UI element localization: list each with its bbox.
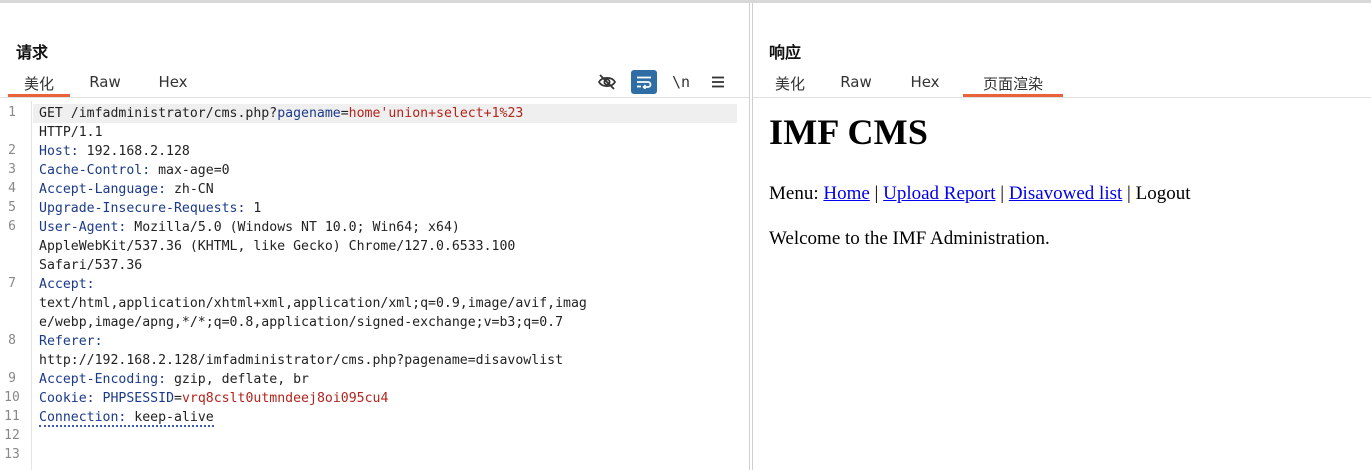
response-tabs: 美化 Raw Hex 页面渲染 xyxy=(759,69,1063,97)
page-heading: IMF CMS xyxy=(769,112,929,152)
header-value: Mozilla/5.0 (Windows NT 10.0; Win64; x64… xyxy=(126,220,460,235)
header-key: Cookie xyxy=(39,391,87,406)
line-number: 2 xyxy=(8,143,16,158)
line-number: 6 xyxy=(8,219,16,234)
header-continuation: e/webp,image/apng,*/*;q=0.8,application/… xyxy=(39,315,564,330)
header-continuation: Safari/537.36 xyxy=(39,258,143,273)
line-number: 11 xyxy=(4,409,20,424)
tab-pretty[interactable]: 美化 xyxy=(759,69,821,97)
rendered-page: IMF CMS Menu: Home | Upload Report | Dis… xyxy=(769,111,1359,249)
request-tabs-divider xyxy=(0,97,749,98)
request-editor[interactable]: 1 2 3 4 5 6 7 8 9 10 11 12 13 GET /imfad… xyxy=(0,101,749,470)
tab-render[interactable]: 页面渲染 xyxy=(963,69,1063,97)
link-home[interactable]: Home xyxy=(823,183,869,204)
menu-prefix: Menu: xyxy=(769,183,824,204)
wrap-lines-icon[interactable] xyxy=(631,70,657,94)
response-pane: 响应 美化 Raw Hex 页面渲染 IMF CMS Menu: Home | … xyxy=(752,3,1371,470)
tab-pretty[interactable]: 美化 xyxy=(8,69,70,97)
request-method-path: GET /imfadministrator/cms.php? xyxy=(39,106,278,121)
request-toolbar: \n xyxy=(583,69,731,95)
header-accept: Accept: xyxy=(39,277,95,292)
header-key: Accept-Encoding xyxy=(39,372,159,387)
line-number: 5 xyxy=(8,200,16,215)
cookie-name: PHPSESSID xyxy=(102,391,175,406)
header-referer: Referer: xyxy=(39,334,103,349)
line-number: 7 xyxy=(8,276,16,291)
header-key: Cache-Control xyxy=(39,163,143,178)
query-param-name: pagename xyxy=(277,106,341,121)
request-line: GET /imfadministrator/cms.php?pagename=h… xyxy=(39,104,523,123)
header-cache-control: Cache-Control: max-age=0 xyxy=(39,163,230,178)
menu-separator: | xyxy=(869,183,884,204)
header-key: Connection xyxy=(39,410,119,425)
header-accept-encoding: Accept-Encoding: gzip, deflate, br xyxy=(39,372,309,387)
header-upgrade-insecure: Upgrade-Insecure-Requests: 1 xyxy=(39,201,262,216)
tab-hex[interactable]: Hex xyxy=(891,69,959,97)
newline-icon[interactable]: \n xyxy=(668,70,694,94)
header-value: 1 xyxy=(245,201,262,216)
request-tabs: 美化 Raw Hex xyxy=(8,69,206,97)
line-number: 9 xyxy=(8,371,16,386)
welcome-message: Welcome to the IMF Administration. xyxy=(769,228,1050,249)
line-number: 8 xyxy=(8,333,16,348)
header-value: zh-CN xyxy=(166,182,214,197)
link-disavowed-list[interactable]: Disavowed list xyxy=(1009,183,1122,204)
line-number-gutter: 1 2 3 4 5 6 7 8 9 10 11 12 13 xyxy=(0,101,32,470)
header-value: gzip, deflate, br xyxy=(166,372,309,387)
header-user-agent: User-Agent: Mozilla/5.0 (Windows NT 10.0… xyxy=(39,220,460,235)
header-value: 192.168.2.128 xyxy=(78,144,190,159)
menu-separator: | xyxy=(995,183,1009,204)
line-number: 1 xyxy=(8,105,16,120)
http-version: HTTP/1.1 xyxy=(39,125,103,140)
header-key: Referer xyxy=(39,334,95,349)
menu-separator: | xyxy=(1122,183,1136,204)
tab-raw[interactable]: Raw xyxy=(70,69,140,97)
line-number: 12 xyxy=(4,428,20,443)
line-number: 10 xyxy=(4,390,20,405)
header-key: Host xyxy=(39,144,71,159)
logout-text: Logout xyxy=(1135,183,1191,204)
header-value: max-age=0 xyxy=(150,163,230,178)
header-key: Upgrade-Insecure-Requests xyxy=(39,201,238,216)
cookie-value: vrq8cslt0utmndeej8oi095cu4 xyxy=(181,391,389,406)
tab-raw[interactable]: Raw xyxy=(821,69,891,97)
page-menu: Menu: Home | Upload Report | Disavowed l… xyxy=(769,183,1191,205)
header-value: keep-alive xyxy=(126,410,214,425)
menu-icon[interactable] xyxy=(705,70,731,94)
hide-eye-off-icon[interactable] xyxy=(594,70,620,94)
header-key: Accept xyxy=(39,277,87,292)
query-param-equals: = xyxy=(340,106,349,121)
query-param-value: home'union+select+1%23 xyxy=(348,106,524,121)
header-cookie: Cookie: PHPSESSID=vrq8cslt0utmndeej8oi09… xyxy=(39,391,389,406)
line-number: 13 xyxy=(4,447,20,462)
header-key: User-Agent xyxy=(39,220,119,235)
header-continuation: AppleWebKit/537.36 (KHTML, like Gecko) C… xyxy=(39,239,516,254)
header-connection: Connection: keep-alive xyxy=(39,410,214,427)
header-continuation: text/html,application/xhtml+xml,applicat… xyxy=(39,296,587,311)
line-number: 4 xyxy=(8,181,16,196)
line-number: 3 xyxy=(8,162,16,177)
link-upload-report[interactable]: Upload Report xyxy=(883,183,995,204)
response-tabs-divider xyxy=(753,97,1371,98)
request-title: 请求 xyxy=(16,43,49,62)
header-accept-language: Accept-Language: zh-CN xyxy=(39,182,214,197)
header-host: Host: 192.168.2.128 xyxy=(39,144,190,159)
tab-hex[interactable]: Hex xyxy=(140,69,206,97)
response-title: 响应 xyxy=(769,43,802,62)
request-pane: 请求 美化 Raw Hex \n 1 2 3 4 5 6 7 8 9 10 11… xyxy=(0,3,750,470)
header-continuation: http://192.168.2.128/imfadministrator/cm… xyxy=(39,353,564,368)
header-key: Accept-Language xyxy=(39,182,159,197)
